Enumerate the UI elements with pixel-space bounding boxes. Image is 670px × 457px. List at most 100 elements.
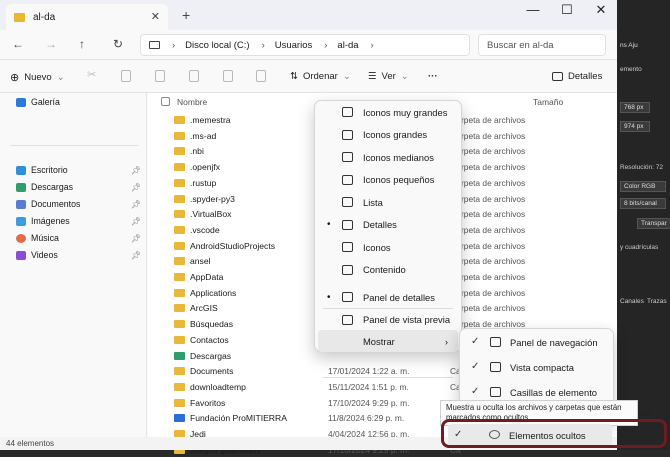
file-row[interactable]: AppData <box>174 270 223 284</box>
submenu-item-panel-de-navegacion[interactable]: ✓ Panel de navegación <box>460 332 613 354</box>
sidebar-item-imagenes[interactable]: Imágenes 📌︎ <box>16 216 141 226</box>
sidebar-item-musica[interactable]: Música 📌︎ <box>16 233 141 243</box>
more-options-button[interactable]: ··· <box>428 71 438 82</box>
breadcrumb-separator[interactable]: › <box>324 40 327 51</box>
file-name: .vscode <box>190 224 220 235</box>
menu-item-iconos-muy-grandes[interactable]: Iconos muy grandes <box>315 101 461 123</box>
file-row[interactable]: Applications <box>174 286 236 300</box>
cut-icon[interactable]: ✂ <box>87 68 97 81</box>
view-iconos-pequenos-icon <box>342 174 353 185</box>
breadcrumb-disk[interactable]: Disco local (C:) <box>185 40 249 51</box>
pin-icon[interactable]: 📌︎ <box>131 234 141 243</box>
menu-item-iconos-medianos[interactable]: Iconos medianos <box>315 146 461 168</box>
view-iconos-muy-grandes-icon <box>342 107 353 117</box>
tab-al-da[interactable]: al-da ✕ <box>6 4 168 30</box>
details-button[interactable]: Detalles <box>552 71 602 82</box>
file-row[interactable]: Contactos <box>174 333 229 347</box>
ps-resolution: Resolución: 72 <box>620 164 663 171</box>
menu-item-label: Detalles <box>363 219 397 230</box>
selected-dot-icon: • <box>327 219 331 230</box>
plus-circle-icon: ⊕ <box>10 72 20 84</box>
view-button[interactable]: ☰ Ver ⌄ <box>368 71 409 82</box>
refresh-button[interactable]: ↻ <box>113 37 123 51</box>
search-input[interactable]: Buscar en al-da <box>478 34 606 56</box>
column-header-name[interactable]: Nombre <box>177 97 207 107</box>
file-row[interactable]: Documents <box>174 364 233 378</box>
file-row[interactable]: Búsquedas <box>174 317 233 331</box>
menu-item-contenido[interactable]: Contenido <box>315 259 461 281</box>
file-row[interactable]: Favoritos <box>174 396 225 410</box>
sidebar-item-escritorio[interactable]: Escritorio 📌︎ <box>16 165 141 175</box>
file-row[interactable]: .vscode <box>174 223 220 237</box>
chevron-down-icon: ⌄ <box>400 71 409 82</box>
breadcrumb-al-da[interactable]: al-da <box>337 40 358 51</box>
file-name: .spyder-py3 <box>190 193 235 204</box>
back-button[interactable]: ← <box>12 37 24 51</box>
file-row[interactable]: .openjfx <box>174 160 220 174</box>
sort-button[interactable]: ⇅ Ordenar ⌄ <box>290 71 351 82</box>
pin-icon[interactable]: 📌︎ <box>131 166 141 175</box>
breadcrumb-users[interactable]: Usuarios <box>275 40 313 51</box>
file-row[interactable]: ansel <box>174 254 211 268</box>
sidebar-item-descargas[interactable]: Descargas 📌︎ <box>16 182 141 192</box>
delete-icon[interactable] <box>256 70 266 82</box>
file-row[interactable]: .VirtualBox <box>174 207 231 221</box>
file-row[interactable]: Descargas <box>174 349 231 363</box>
file-row[interactable]: ArcGIS <box>174 301 218 315</box>
maximize-button[interactable]: ☐ <box>554 2 580 18</box>
share-icon[interactable] <box>223 70 233 82</box>
breadcrumb-separator[interactable]: › <box>262 40 265 51</box>
menu-item-iconos-pequenos[interactable]: Iconos pequeños <box>315 169 461 191</box>
file-row[interactable]: .rustup <box>174 176 216 190</box>
menu-item-label: Mostrar <box>363 335 395 347</box>
file-type: rpeta de archivos <box>461 177 526 188</box>
file-row[interactable]: downloadtemp <box>174 380 246 394</box>
ps-width-field[interactable]: 768 px <box>620 102 650 113</box>
file-row[interactable]: AndroidStudioProjects <box>174 239 275 253</box>
highlight-box <box>441 419 667 448</box>
paste-icon[interactable] <box>155 70 165 82</box>
new-button[interactable]: ⊕ Nuevo ⌄ <box>10 71 65 84</box>
close-button[interactable]: ✕ <box>588 2 614 18</box>
file-row[interactable]: .nbi <box>174 144 204 158</box>
ps-mode[interactable]: Color RGB <box>620 181 666 192</box>
file-row[interactable]: .spyder-py3 <box>174 192 235 206</box>
file-row[interactable]: .ms-ad <box>174 129 216 143</box>
file-row[interactable]: .memestra <box>174 113 231 127</box>
pin-icon[interactable]: 📌︎ <box>131 183 141 192</box>
menu-item-detalles[interactable]: • Detalles <box>315 214 461 236</box>
address-bar[interactable]: › Disco local (C:) › Usuarios › al-da › <box>140 34 470 56</box>
new-tab-button[interactable]: + <box>182 7 190 23</box>
menu-item-panel-de-vista-previa[interactable]: Panel de vista previa <box>315 309 461 331</box>
menu-item-panel-de-detalles[interactable]: • Panel de detalles <box>315 286 461 308</box>
tab-close-icon[interactable]: ✕ <box>151 10 160 23</box>
ps-height-field[interactable]: 974 px <box>620 121 650 132</box>
copy-icon[interactable] <box>121 70 131 82</box>
minimize-button[interactable]: — <box>520 2 546 17</box>
menu-item-label: Iconos grandes <box>363 129 428 140</box>
menu-item-iconos-grandes[interactable]: Iconos grandes <box>315 124 461 146</box>
file-name: .rustup <box>190 177 217 188</box>
select-all-checkbox[interactable] <box>161 97 170 106</box>
menu-item-lista[interactable]: Lista <box>315 191 461 213</box>
up-button[interactable]: ↑ <box>79 37 85 51</box>
pin-icon[interactable]: 📌︎ <box>131 200 141 209</box>
menu-item-iconos[interactable]: Iconos <box>315 236 461 258</box>
pin-icon[interactable]: 📌︎ <box>131 217 141 226</box>
music-icon <box>16 233 26 243</box>
sidebar-item-galeria[interactable]: Galería <box>16 97 141 107</box>
sidebar-item-videos[interactable]: Videos 📌︎ <box>16 250 141 260</box>
column-header-size[interactable]: Tamaño <box>533 97 563 107</box>
breadcrumb-separator[interactable]: › <box>371 40 374 51</box>
ps-bits[interactable]: 8 bits/canal <box>620 198 666 209</box>
breadcrumb-separator[interactable]: › <box>172 40 175 51</box>
forward-button[interactable]: → <box>45 37 57 51</box>
submenu-item-vista-compacta[interactable]: ✓ Vista compacta <box>460 357 613 379</box>
ps-transparency[interactable]: Transpar <box>637 218 670 229</box>
rename-icon[interactable] <box>189 70 199 82</box>
menu-item-mostrar[interactable]: Mostrar › <box>318 330 458 352</box>
background-app-panel: ns Aju emento 768 px 974 px Resolución: … <box>617 0 670 450</box>
file-row[interactable]: Fundación ProMITIERRA <box>174 411 287 425</box>
sidebar-item-documentos[interactable]: Documentos 📌︎ <box>16 199 141 209</box>
pin-icon[interactable]: 📌︎ <box>131 251 141 260</box>
